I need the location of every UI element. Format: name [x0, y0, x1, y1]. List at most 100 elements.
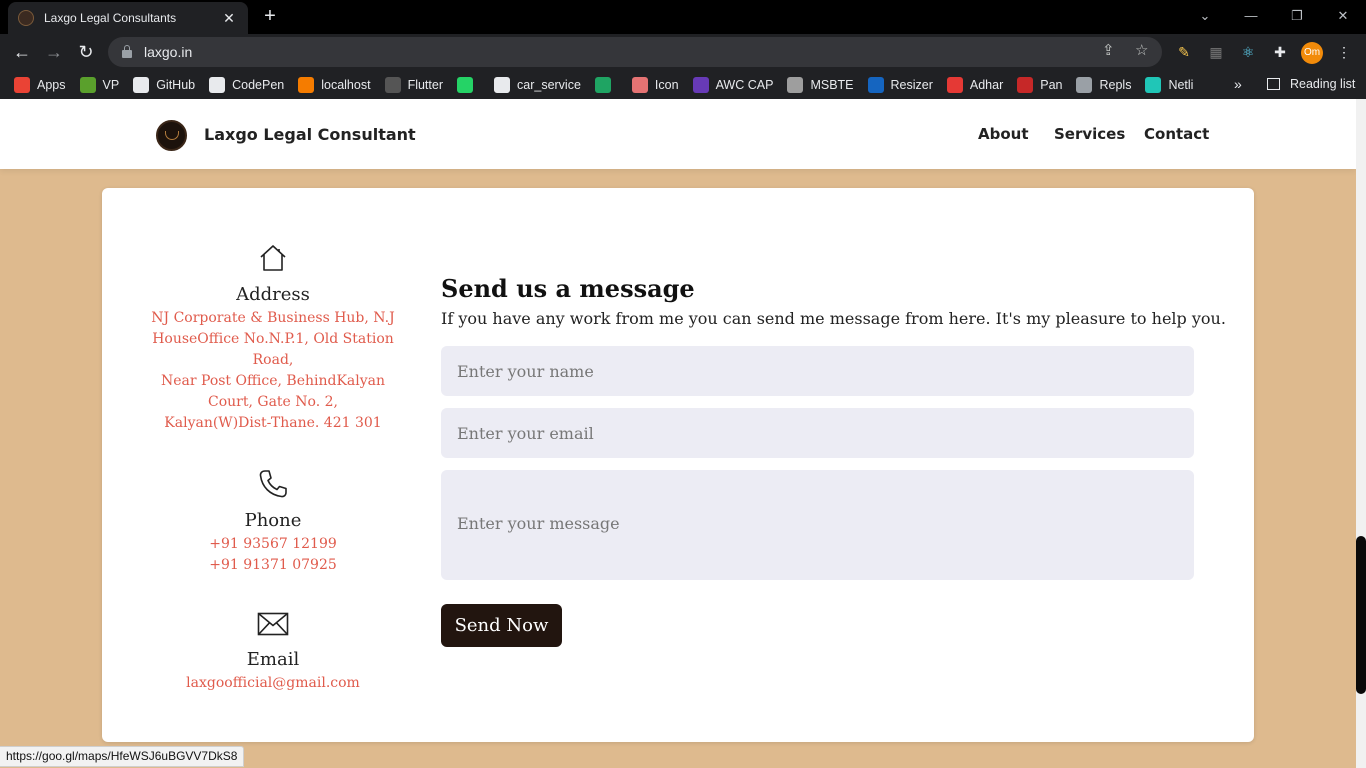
address-line: NJ Corporate & Business Hub, N.J — [151, 310, 395, 326]
address-bar[interactable]: laxgo.in — [108, 37, 1162, 67]
reading-list-button[interactable]: Reading list — [1267, 77, 1355, 91]
bookmark-label: GitHub — [156, 77, 196, 92]
form-heading: Send us a message — [441, 274, 695, 303]
browser-tab-strip: Laxgo Legal Consultants ✕ + ⌄ — ❐ ✕ — [0, 0, 1366, 34]
bookmark-star-icon[interactable]: ☆ — [1135, 41, 1148, 59]
address-text: NJ Corporate & Business Hub, N.J HouseOf… — [102, 308, 444, 434]
bookmark-item[interactable]: Resizer — [867, 76, 933, 93]
reload-icon[interactable]: ↻ — [74, 40, 98, 64]
bookmark-label: Adhar — [969, 77, 1004, 92]
bookmark-label: Icon — [654, 77, 679, 92]
tab-title: Laxgo Legal Consultants — [44, 11, 177, 25]
bookmark-item[interactable]: AWC CAP — [692, 76, 774, 93]
bookmark-item[interactable]: MSBTE — [787, 76, 854, 93]
react-devtools-icon[interactable]: ⚛ — [1238, 42, 1258, 62]
extension-grid-icon[interactable]: ▦ — [1206, 42, 1226, 62]
codepen-icon — [209, 76, 226, 93]
bookmark-item[interactable]: Repls — [1076, 76, 1131, 93]
bookmarks-overflow-button[interactable]: » — [1234, 76, 1242, 92]
share-icon[interactable]: ⇪ — [1102, 41, 1115, 59]
message-textarea[interactable] — [441, 470, 1194, 580]
lock-icon — [122, 45, 132, 58]
reading-list-icon — [1267, 78, 1280, 90]
tab-search-button[interactable]: ⌄ — [1182, 0, 1228, 32]
bookmark-label: Flutter — [407, 77, 443, 92]
phone-number-link[interactable]: +91 91371 07925 — [102, 555, 444, 576]
phone-title: Phone — [244, 510, 302, 531]
nav-services-link[interactable]: Services — [1054, 125, 1125, 143]
profile-avatar[interactable]: Om — [1301, 42, 1323, 64]
site-favicon — [18, 10, 34, 26]
bookmark-label: Resizer — [890, 77, 933, 92]
xampp-icon — [298, 76, 315, 93]
bookmark-item[interactable]: GitHub — [133, 76, 196, 93]
apps-grid-icon — [14, 76, 30, 93]
whatsapp-icon — [457, 76, 473, 93]
nav-contact-link[interactable]: Contact — [1144, 125, 1209, 143]
send-now-button[interactable]: Send Now — [441, 604, 562, 647]
name-input[interactable] — [441, 346, 1194, 396]
page-scrollbar-thumb[interactable] — [1356, 536, 1366, 694]
phone-numbers: +91 93567 12199 +91 91371 07925 — [102, 534, 444, 576]
bookmark-label: MSBTE — [810, 77, 854, 92]
icon-grid-icon — [631, 76, 648, 93]
bookmark-label: AWC CAP — [715, 77, 774, 92]
bookmark-item[interactable]: Apps — [14, 76, 66, 93]
browser-toolbar: ← → ↻ laxgo.in ⇪ ☆ ✎ ▦ ⚛ ✚ Om ⋮ — [0, 34, 1366, 70]
phone-block: Phone +91 93567 12199 +91 91371 07925 — [102, 468, 444, 576]
bookmark-item[interactable]: Flutter — [384, 76, 443, 93]
browser-menu-icon[interactable]: ⋮ — [1334, 42, 1354, 62]
pdf-icon — [867, 76, 884, 93]
aadhaar-icon — [946, 76, 963, 93]
bookmark-item[interactable]: Netli — [1145, 76, 1194, 93]
bookmark-item[interactable]: VP — [79, 76, 119, 93]
email-link[interactable]: laxgoofficial@gmail.com — [102, 673, 444, 694]
bookmark-label: Pan — [1040, 77, 1063, 92]
github-icon — [133, 76, 150, 93]
bookmark-item[interactable]: CodePen — [209, 76, 285, 93]
restore-button[interactable]: ❐ — [1274, 0, 1320, 32]
nav-about-link[interactable]: About — [978, 125, 1029, 143]
bookmark-item[interactable]: Icon — [631, 76, 679, 93]
nsdl-icon — [1017, 76, 1034, 93]
site-logo[interactable] — [156, 120, 187, 151]
minimize-button[interactable]: — — [1228, 0, 1274, 32]
bookmark-item[interactable]: localhost — [298, 76, 371, 93]
phone-icon — [259, 470, 287, 498]
replit-icon — [1076, 76, 1093, 93]
bookmarks-bar: Apps VP GitHub CodePen localhost Flutter car_s… — [0, 70, 1366, 99]
contact-card: Address NJ Corporate & Business Hub, N.J… — [102, 188, 1254, 742]
bookmark-label: CodePen — [232, 77, 285, 92]
address-line: HouseOffice No.N.P.1, Old Station — [152, 331, 394, 347]
site-brand[interactable]: Laxgo Legal Consultant — [204, 125, 416, 144]
email-input[interactable] — [441, 408, 1194, 458]
house-icon — [260, 245, 286, 271]
extensions-puzzle-icon[interactable]: ✚ — [1270, 42, 1290, 62]
browser-tab[interactable]: Laxgo Legal Consultants ✕ — [8, 2, 248, 34]
bookmark-item[interactable]: car_service — [494, 76, 581, 93]
bookmark-item[interactable] — [457, 76, 480, 93]
msbte-icon — [787, 76, 804, 93]
address-title: Address — [236, 284, 310, 305]
address-line: Kalyan(W)Dist-Thane. 421 301 — [164, 415, 382, 431]
tab-close-icon[interactable]: ✕ — [220, 10, 238, 27]
bookmark-label: Netli — [1168, 77, 1194, 92]
envelope-icon — [257, 612, 289, 636]
bookmark-label: localhost — [321, 77, 371, 92]
reading-list-label: Reading list — [1290, 77, 1356, 91]
list-icon — [692, 76, 709, 93]
github-icon — [384, 76, 401, 93]
phone-number-link[interactable]: +91 93567 12199 — [102, 534, 444, 555]
extension-pen-icon[interactable]: ✎ — [1174, 42, 1194, 62]
address-block: Address NJ Corporate & Business Hub, N.J… — [102, 244, 444, 434]
bookmark-item[interactable]: Adhar — [946, 76, 1004, 93]
bookmark-item[interactable]: Pan — [1017, 76, 1063, 93]
new-tab-button[interactable]: + — [258, 4, 282, 28]
back-arrow-icon[interactable]: ← — [10, 40, 34, 64]
forward-arrow-icon[interactable]: → — [42, 40, 66, 64]
bookmark-item[interactable] — [594, 76, 618, 93]
github-icon — [494, 76, 510, 93]
window-close-button[interactable]: ✕ — [1320, 0, 1366, 32]
sheets-icon — [594, 76, 611, 93]
address-line: Near Post Office, BehindKalyan — [160, 373, 386, 389]
